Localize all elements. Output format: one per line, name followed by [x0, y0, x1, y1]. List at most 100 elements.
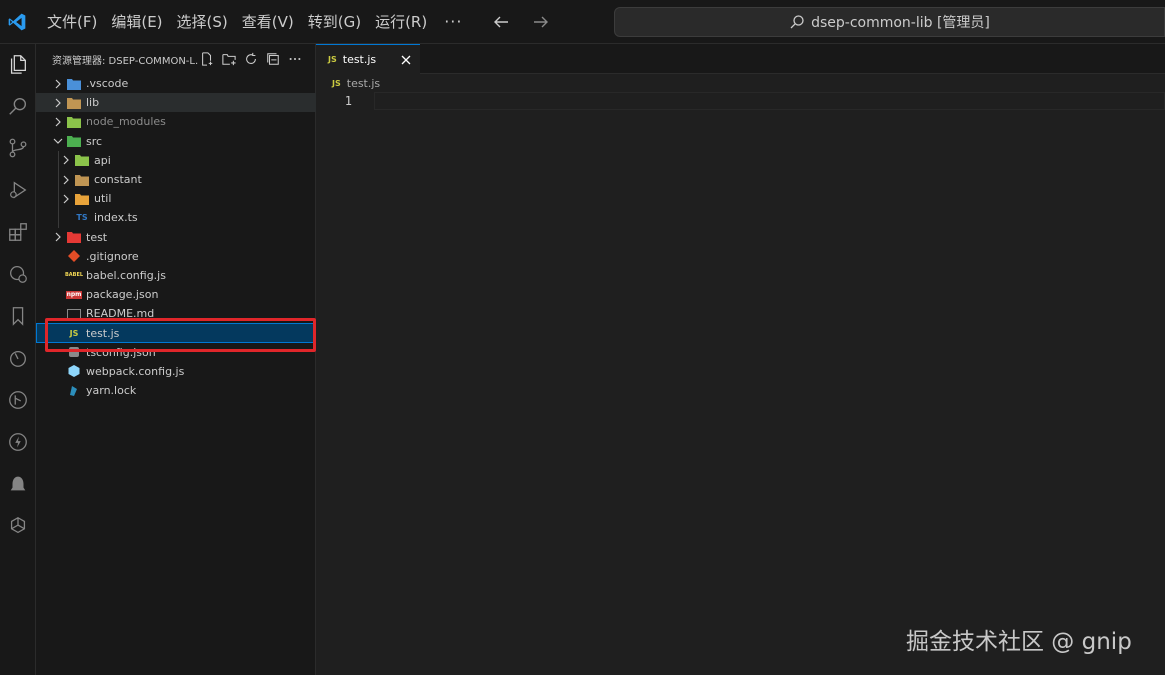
- source-control-icon[interactable]: [0, 130, 36, 166]
- tree-item[interactable]: npm package.json: [36, 285, 316, 304]
- tsconfig-file-icon: [66, 344, 82, 360]
- tree-item-label: node_modules: [86, 115, 166, 129]
- menu-view[interactable]: 查看(V): [235, 7, 301, 37]
- chevron-right-icon[interactable]: [58, 152, 74, 168]
- tree-item-label: package.json: [86, 288, 159, 302]
- menu-go[interactable]: 转到(G): [301, 7, 368, 37]
- collapse-all-icon[interactable]: [265, 51, 281, 67]
- src-folder-icon: [66, 133, 82, 149]
- chatgpt-icon[interactable]: [0, 508, 36, 544]
- extensions-icon[interactable]: [0, 214, 36, 250]
- chevron-right-icon[interactable]: [50, 76, 66, 92]
- current-line-highlight: [374, 92, 1165, 110]
- yarn-file-icon: [66, 383, 82, 399]
- breadcrumb[interactable]: JS test.js: [316, 74, 1165, 92]
- tree-item-label: index.ts: [94, 211, 138, 225]
- tree-item-label: .vscode: [86, 77, 129, 91]
- chevron-right-icon[interactable]: [50, 229, 66, 245]
- search-sidebar-icon[interactable]: [0, 88, 36, 124]
- chevron-right-icon[interactable]: [58, 191, 74, 207]
- tree-item[interactable]: test: [36, 228, 316, 247]
- js-file-icon: JS: [332, 78, 341, 88]
- tree-item[interactable]: webpack.config.js: [36, 362, 316, 381]
- sidebar-title: 资源管理器: DSEP-COMMON-L...: [52, 55, 199, 67]
- vscode-logo-icon: [0, 0, 34, 44]
- tree-item[interactable]: README.md: [36, 304, 316, 323]
- menu-file[interactable]: 文件(F): [40, 7, 104, 37]
- js-file-icon: JS: [328, 55, 337, 64]
- indent-guide: [58, 189, 59, 209]
- bell-icon[interactable]: [0, 466, 36, 502]
- vscode-folder-icon: [66, 76, 82, 92]
- indent-guide: [58, 208, 59, 228]
- tree-item[interactable]: lib: [36, 93, 316, 113]
- menu-selection[interactable]: 选择(S): [170, 7, 235, 37]
- tree-item[interactable]: api: [36, 150, 316, 170]
- tree-item[interactable]: util: [36, 189, 316, 209]
- tree-item[interactable]: constant: [36, 169, 316, 190]
- menu-run[interactable]: 运行(R): [368, 7, 434, 37]
- back-arrow-icon[interactable]: [490, 11, 512, 33]
- sidebar-header: 资源管理器: DSEP-COMMON-L...: [36, 44, 315, 74]
- chevron-right-icon[interactable]: [50, 95, 66, 111]
- tree-item[interactable]: BABEL babel.config.js: [36, 266, 316, 285]
- command-center-label: dsep-common-lib [管理员]: [811, 15, 990, 31]
- tree-item[interactable]: .vscode: [36, 74, 316, 93]
- tree-item[interactable]: tsconfig.json: [36, 343, 316, 362]
- tab-test-js[interactable]: JS test.js: [316, 44, 420, 74]
- tree-item[interactable]: JS test.js: [36, 323, 316, 343]
- tree-item[interactable]: yarn.lock: [36, 381, 316, 400]
- menu-more-button[interactable]: ···: [434, 12, 472, 31]
- remote-explorer-icon[interactable]: [0, 256, 36, 292]
- lightning-icon[interactable]: [0, 424, 36, 460]
- tree-item-label: .gitignore: [86, 249, 139, 263]
- tree-item-label: yarn.lock: [86, 384, 137, 398]
- webpack-file-icon: [66, 363, 82, 379]
- run-debug-icon[interactable]: [0, 172, 36, 208]
- util-folder-icon: [74, 191, 90, 207]
- tree-item[interactable]: src: [36, 132, 316, 151]
- forward-arrow-icon[interactable]: [530, 11, 552, 33]
- folder-icon: [74, 172, 90, 188]
- command-center[interactable]: dsep-common-lib [管理员]: [614, 7, 1165, 37]
- file-tree: .vscode lib node_modulessrc api constant util…: [36, 74, 316, 400]
- editor-area: JS test.js JS test.js 1: [316, 44, 1165, 675]
- explorer-icon[interactable]: [0, 46, 36, 82]
- readme-file-icon: [66, 306, 82, 322]
- refresh-icon[interactable]: [243, 51, 259, 67]
- chevron-right-icon[interactable]: [58, 172, 74, 188]
- tree-item-label: webpack.config.js: [86, 364, 185, 378]
- tab-bar: JS test.js: [316, 44, 1165, 74]
- chevron-right-icon[interactable]: [50, 114, 66, 130]
- babel-file-icon: BABEL: [64, 272, 84, 279]
- chevron-down-icon[interactable]: [50, 133, 66, 149]
- new-folder-icon[interactable]: [221, 51, 237, 67]
- close-icon[interactable]: [398, 52, 414, 68]
- new-file-icon[interactable]: [199, 51, 215, 67]
- indent-guide: [58, 150, 59, 170]
- menu-bar: 文件(F) 编辑(E) 选择(S) 查看(V) 转到(G) 运行(R) ···: [40, 7, 472, 37]
- npm-file-icon: npm: [66, 290, 82, 299]
- node-folder-icon: [66, 114, 82, 130]
- line-number: 1: [344, 94, 352, 108]
- tree-item-label: src: [86, 134, 103, 148]
- search-icon: [789, 14, 805, 30]
- tree-item[interactable]: .gitignore: [36, 247, 316, 266]
- tree-item[interactable]: node_modules: [36, 112, 316, 131]
- menu-edit[interactable]: 编辑(E): [104, 7, 169, 37]
- tree-item-label: tsconfig.json: [86, 345, 156, 359]
- git-graph-icon[interactable]: [0, 382, 36, 418]
- tree-item[interactable]: TS index.ts: [36, 208, 316, 228]
- ts-file-icon: TS: [76, 213, 88, 223]
- bookmark-icon[interactable]: [0, 298, 36, 334]
- more-actions-icon[interactable]: [287, 51, 303, 67]
- timeline-icon[interactable]: [0, 340, 36, 376]
- code-line[interactable]: 1: [316, 92, 1165, 110]
